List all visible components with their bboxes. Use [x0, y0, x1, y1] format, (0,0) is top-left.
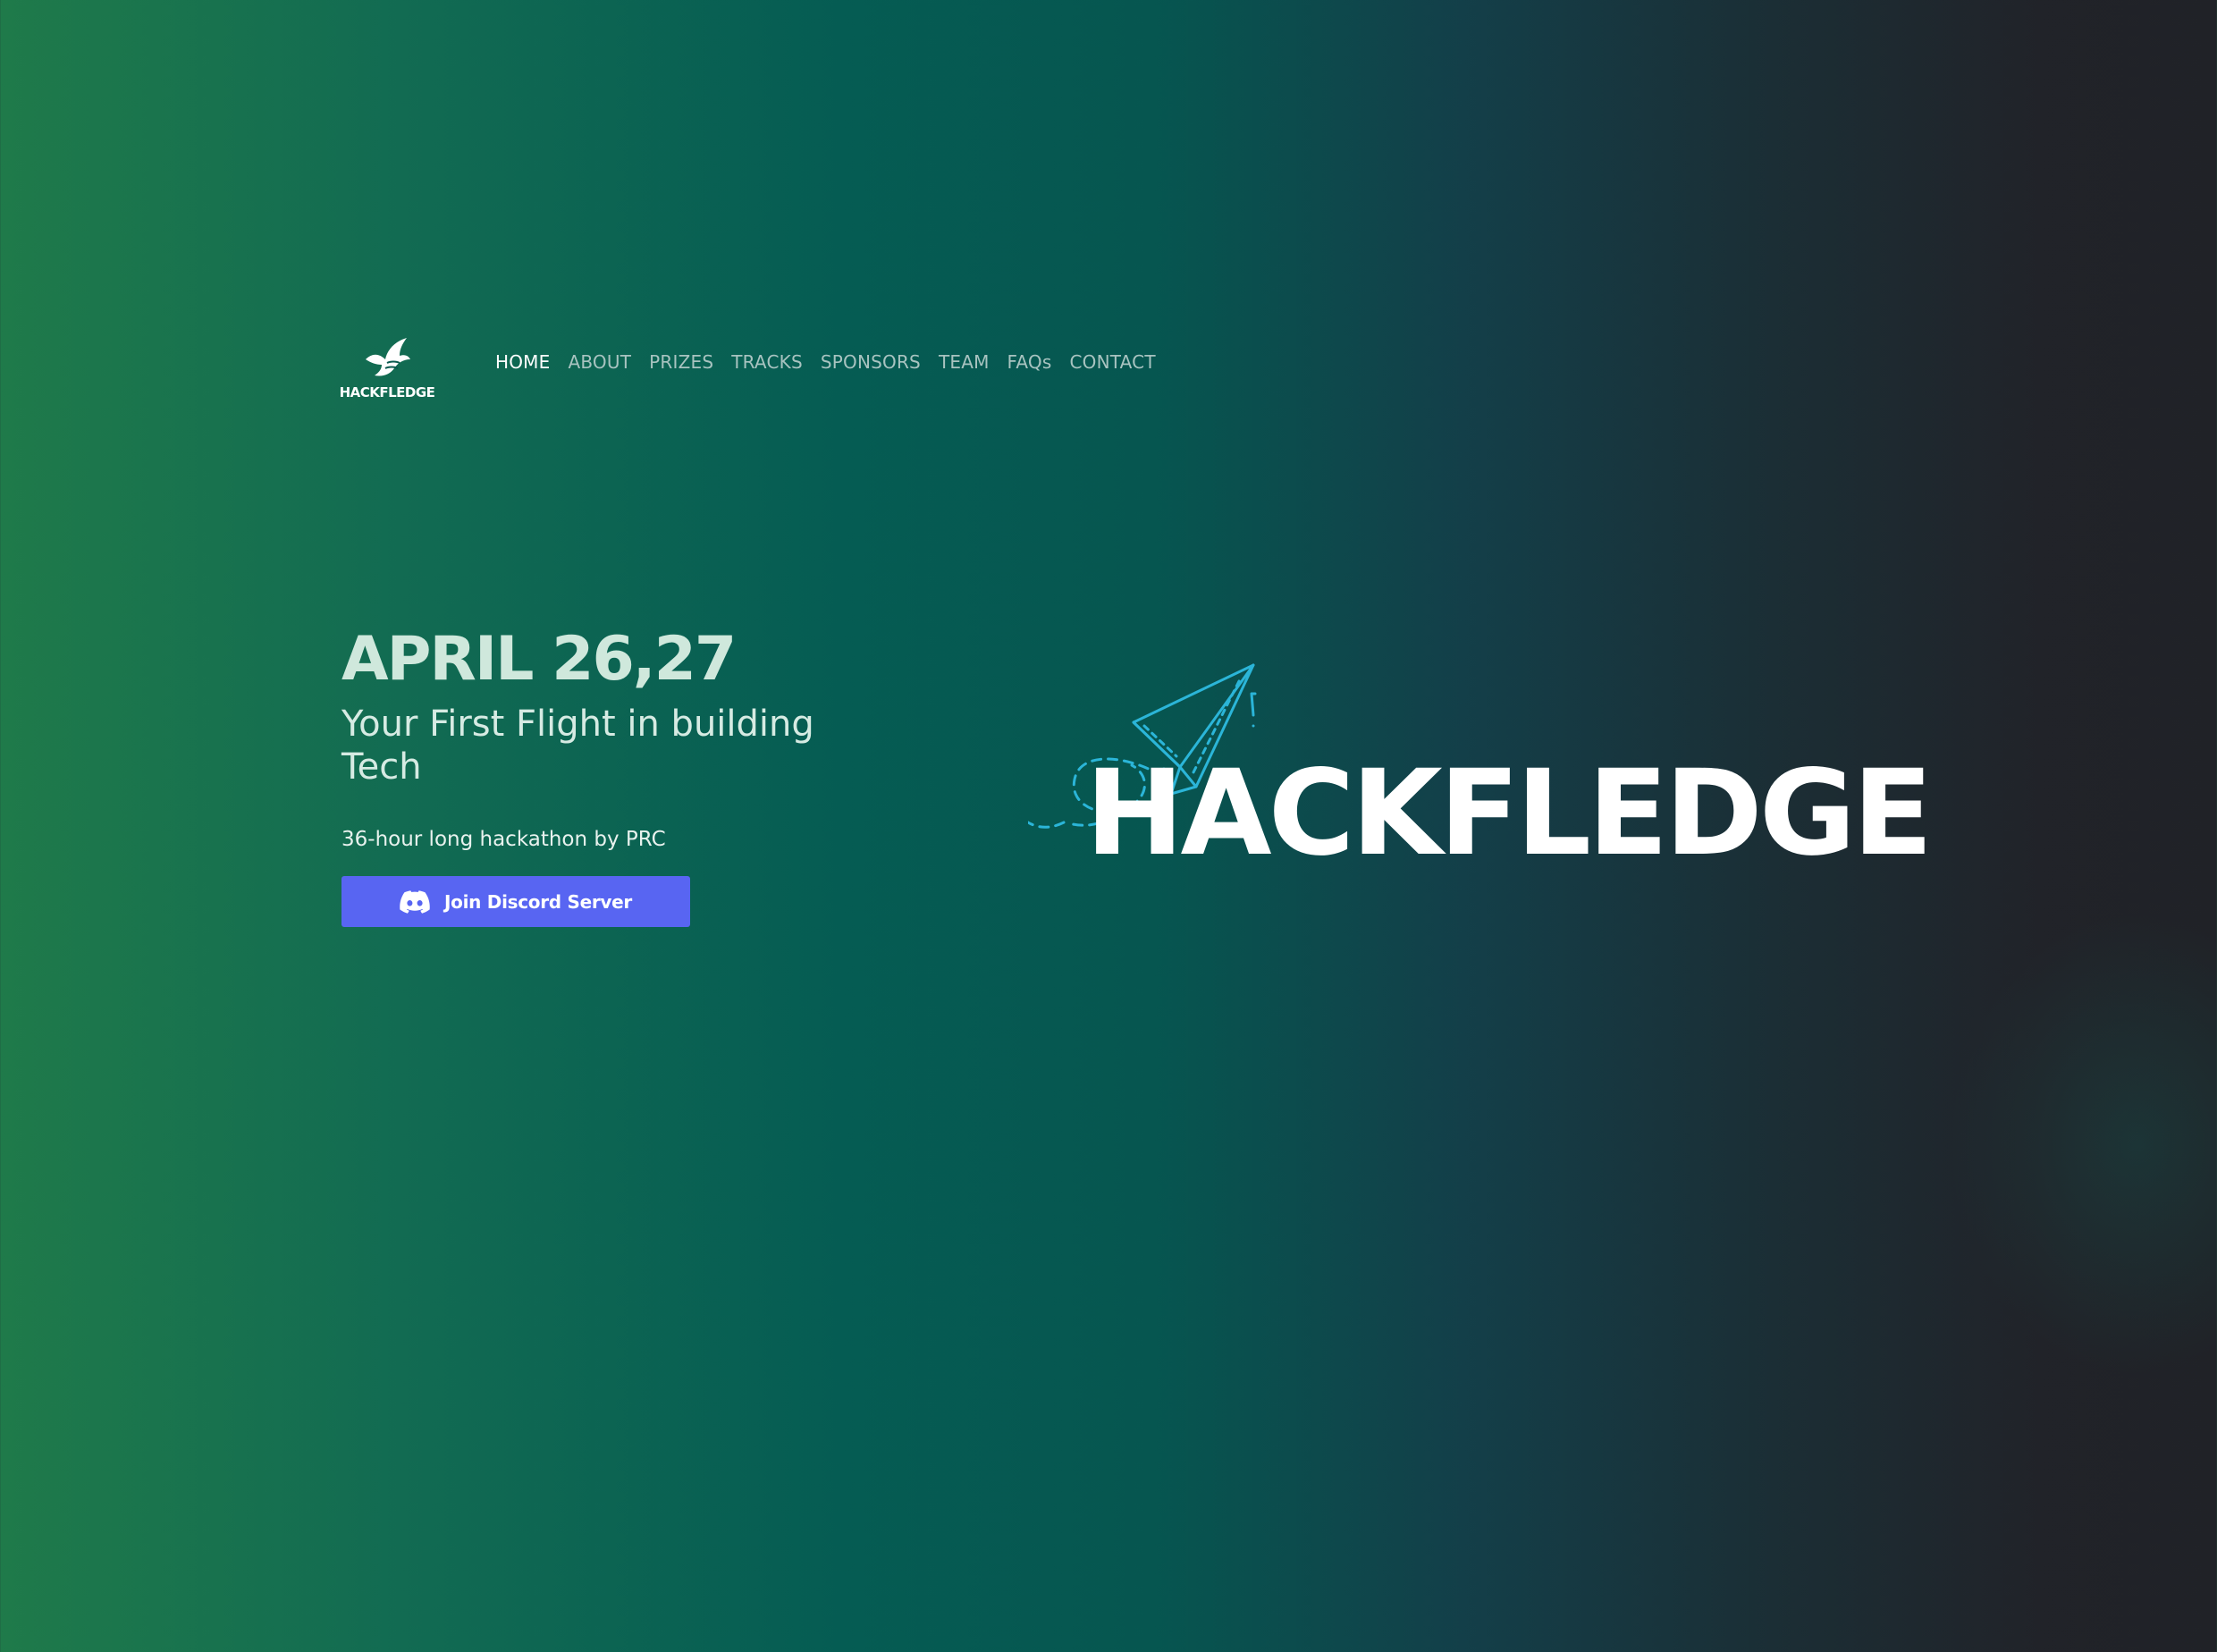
logo-wordmark: HACKFLEDGE — [339, 384, 435, 400]
bird-icon — [366, 338, 410, 376]
nav-item-sponsors[interactable]: SPONSORS — [821, 351, 921, 373]
top-navigation: HACKFLEDGE HOME ABOUT PRIZES TRACKS SPON… — [339, 324, 1156, 400]
nav-item-faqs[interactable]: FAQs — [1007, 351, 1052, 373]
nav-item-home[interactable]: HOME — [495, 351, 550, 373]
nav-item-about[interactable]: ABOUT — [568, 351, 631, 373]
nav-item-team[interactable]: TEAM — [939, 351, 990, 373]
nav-item-contact[interactable]: CONTACT — [1070, 351, 1156, 373]
discord-icon — [400, 889, 430, 914]
nav-menu: HOME ABOUT PRIZES TRACKS SPONSORS TEAM F… — [495, 351, 1156, 373]
hero-tagline: Your First Flight in building Tech — [341, 704, 814, 788]
site-logo[interactable]: HACKFLEDGE — [339, 324, 435, 400]
join-discord-label: Join Discord Server — [444, 890, 632, 913]
hero-wordmark: HACKFLEDGE — [1085, 745, 1933, 882]
hero-subtitle: 36-hour long hackathon by PRC — [341, 828, 666, 851]
join-discord-button[interactable]: Join Discord Server — [341, 876, 690, 927]
event-date: APRIL 26,27 — [341, 624, 737, 695]
nav-item-prizes[interactable]: PRIZES — [649, 351, 713, 373]
background-glow — [1949, 912, 2217, 1377]
hero-intro: APRIL 26,27 Your First Flight in buildin… — [341, 624, 896, 927]
hero-logo: HACKFLEDGE — [1028, 662, 1933, 876]
nav-item-tracks[interactable]: TRACKS — [731, 351, 803, 373]
